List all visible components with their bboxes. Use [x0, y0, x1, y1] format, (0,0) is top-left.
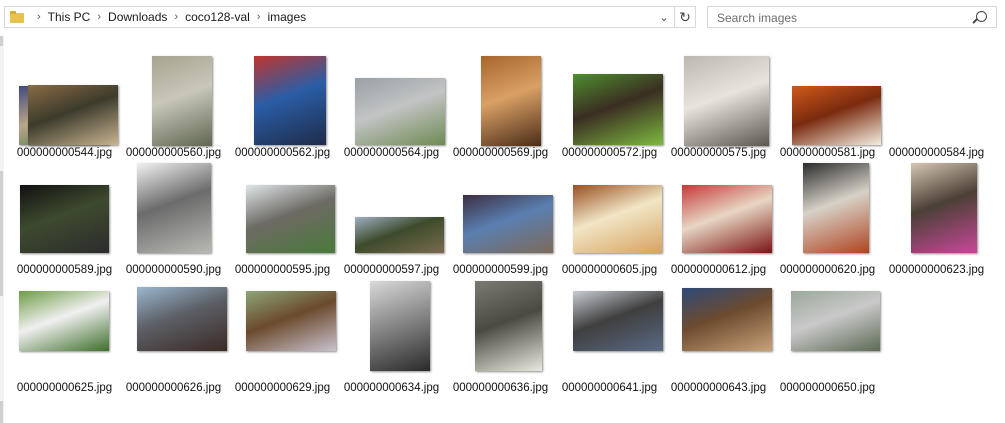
image-thumbnail[interactable]	[803, 163, 869, 253]
file-name-label: 000000000623.jpg	[888, 264, 985, 276]
file-tile[interactable]: 000000000597.jpg	[337, 163, 446, 276]
image-thumbnail[interactable]	[573, 291, 663, 351]
breadcrumb-coco128-val[interactable]: coco128-val	[185, 10, 250, 24]
file-name-label: 000000000636.jpg	[452, 382, 549, 394]
chevron-right-icon[interactable]: ›	[37, 11, 41, 23]
file-name-label: 000000000634.jpg	[343, 382, 440, 394]
file-tile[interactable]: 000000000641.jpg	[555, 281, 664, 394]
file-tile[interactable]: 000000000612.jpg	[664, 163, 773, 276]
search-icon[interactable]	[976, 11, 987, 22]
file-tile[interactable]: 000000000623.jpg	[882, 163, 991, 276]
file-grid: 000000000544.jpg 000000000560.jpg 00000000…	[0, 36, 1005, 423]
image-thumbnail[interactable]	[682, 288, 772, 351]
file-name-label: 000000000569.jpg	[452, 147, 549, 159]
image-thumbnail[interactable]	[152, 56, 212, 146]
file-tile[interactable]: 000000000620.jpg	[773, 163, 882, 276]
file-tile[interactable]: 000000000626.jpg	[119, 281, 228, 394]
image-thumbnail[interactable]	[791, 291, 880, 351]
file-name-label: 000000000590.jpg	[125, 264, 222, 276]
file-name-label: 000000000589.jpg	[16, 264, 113, 276]
search-box[interactable]	[707, 6, 997, 28]
file-name-label: 000000000599.jpg	[452, 264, 549, 276]
refresh-icon[interactable]: ↻	[674, 7, 695, 27]
file-tile[interactable]: 000000000590.jpg	[119, 163, 228, 276]
folder-icon	[10, 11, 24, 23]
chevron-down-icon[interactable]: ⌄	[655, 7, 673, 27]
file-tile[interactable]: 000000000634.jpg	[337, 281, 446, 394]
file-name-label: 000000000564.jpg	[343, 147, 440, 159]
image-thumbnail[interactable]	[19, 291, 109, 351]
image-thumbnail[interactable]	[684, 56, 769, 146]
file-name-label: 000000000595.jpg	[234, 264, 331, 276]
file-tile[interactable]: 000000000625.jpg	[10, 281, 119, 394]
chevron-right-icon[interactable]: ›	[97, 11, 101, 23]
file-name-label: 000000000612.jpg	[670, 264, 767, 276]
image-thumbnail[interactable]	[137, 287, 227, 351]
file-tile[interactable]: 000000000599.jpg	[446, 163, 555, 276]
breadcrumb-images[interactable]: images	[267, 10, 306, 24]
image-thumbnail[interactable]	[246, 291, 336, 351]
file-tile[interactable]: 000000000636.jpg	[446, 281, 555, 394]
image-thumbnail[interactable]	[254, 56, 326, 145]
file-tile[interactable]: 000000000650.jpg	[773, 281, 882, 394]
image-thumbnail[interactable]	[475, 281, 542, 371]
file-name-label: 000000000544.jpg	[16, 147, 113, 159]
image-thumbnail[interactable]	[573, 185, 662, 253]
image-thumbnail[interactable]	[682, 185, 772, 253]
image-thumbnail[interactable]	[137, 163, 211, 253]
file-name-label: 000000000581.jpg	[779, 147, 876, 159]
file-name-label: 000000000562.jpg	[234, 147, 331, 159]
image-thumbnail[interactable]	[481, 56, 541, 146]
file-name-label: 000000000572.jpg	[561, 147, 658, 159]
file-tile[interactable]: 000000000589.jpg	[10, 163, 119, 276]
file-tile[interactable]: 000000000584.jpg	[792, 46, 991, 159]
search-input[interactable]	[715, 8, 969, 28]
chevron-right-icon[interactable]: ›	[257, 11, 261, 23]
file-name-label: 000000000641.jpg	[561, 382, 658, 394]
file-name-label: 000000000605.jpg	[561, 264, 658, 276]
image-thumbnail[interactable]	[28, 85, 118, 145]
image-thumbnail[interactable]	[463, 195, 553, 253]
image-thumbnail[interactable]	[792, 86, 881, 145]
file-tile[interactable]: 000000000643.jpg	[664, 281, 773, 394]
address-bar[interactable]: › This PC › Downloads › coco128-val › im…	[4, 6, 696, 28]
file-name-label: 000000000626.jpg	[125, 382, 222, 394]
file-name-label: 000000000620.jpg	[779, 264, 876, 276]
file-tile[interactable]: 000000000595.jpg	[228, 163, 337, 276]
breadcrumb-downloads[interactable]: Downloads	[108, 10, 167, 24]
image-thumbnail[interactable]	[911, 163, 977, 253]
image-thumbnail[interactable]	[370, 281, 430, 371]
image-thumbnail[interactable]	[246, 185, 335, 253]
file-name-label: 000000000575.jpg	[670, 147, 767, 159]
file-name-label: 000000000597.jpg	[343, 264, 440, 276]
file-name-label: 000000000643.jpg	[670, 382, 767, 394]
file-tile[interactable]: 000000000629.jpg	[228, 281, 337, 394]
image-thumbnail[interactable]	[573, 74, 663, 145]
file-name-label: 000000000625.jpg	[16, 382, 113, 394]
image-thumbnail[interactable]	[355, 217, 444, 253]
chevron-right-icon[interactable]: ›	[174, 11, 178, 23]
file-name-label: 000000000629.jpg	[234, 382, 331, 394]
file-name-label: 000000000560.jpg	[125, 147, 222, 159]
image-thumbnail[interactable]	[355, 78, 445, 145]
image-thumbnail[interactable]	[20, 185, 109, 253]
breadcrumb-this-pc[interactable]: This PC	[48, 10, 91, 24]
file-name-label: 000000000584.jpg	[888, 147, 985, 159]
file-name-label: 000000000650.jpg	[779, 382, 876, 394]
address-toolbar: › This PC › Downloads › coco128-val › im…	[0, 0, 1005, 36]
file-tile[interactable]: 000000000605.jpg	[555, 163, 664, 276]
